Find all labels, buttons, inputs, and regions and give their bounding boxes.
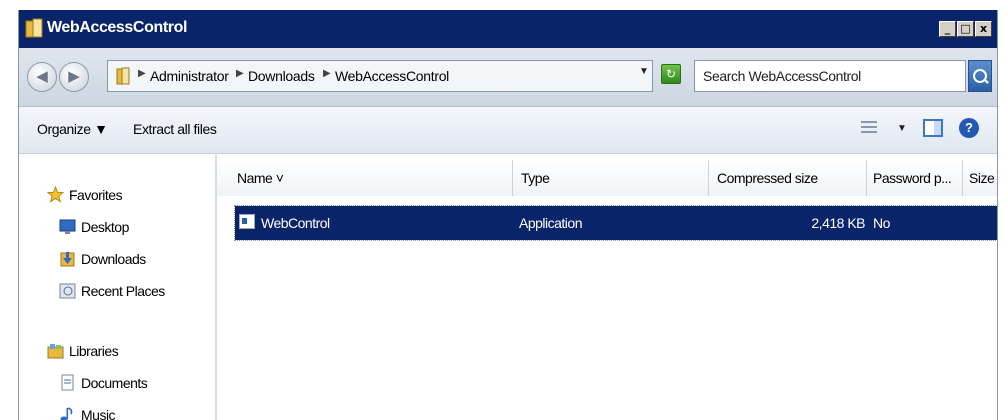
forward-icon[interactable]: ▶ (59, 62, 89, 92)
help-icon[interactable]: ? (959, 118, 979, 138)
breadcrumb-separator-icon: ▶ (138, 68, 146, 79)
preview-pane-icon[interactable] (923, 119, 943, 137)
documents-icon (61, 374, 74, 391)
column-header-size[interactable]: Size (963, 160, 997, 196)
refresh-icon[interactable]: ↻ (661, 64, 681, 84)
recent-places-icon (59, 283, 76, 299)
address-box[interactable]: ▶ Administrator ▶ Downloads ▶ WebAccessC… (107, 60, 653, 92)
folder-icon (116, 67, 130, 85)
music-icon (60, 407, 73, 420)
minimize-button[interactable]: _ (939, 21, 956, 37)
breadcrumb-webaccesscontrol[interactable]: WebAccessControl (335, 68, 449, 84)
file-list: Name ˅ Type Compressed size Password p..… (217, 154, 997, 420)
extract-all-files-button[interactable]: Extract all files (133, 121, 217, 137)
search-placeholder: Search WebAccessControl (703, 68, 861, 84)
libraries-icon (47, 344, 64, 359)
folder-icon (25, 18, 43, 38)
downloads-icon (60, 252, 75, 267)
column-header-compressed-size[interactable]: Compressed size (709, 160, 867, 196)
file-compressed-size: 2,418 KB (811, 215, 865, 231)
column-header-password-protected[interactable]: Password p... (867, 160, 963, 196)
maximize-button[interactable]: □ (957, 21, 974, 37)
close-button[interactable]: x (975, 21, 992, 37)
file-type: Application (519, 215, 583, 231)
back-icon[interactable]: ◀ (27, 62, 57, 92)
table-row[interactable]: WebControl Application 2,418 KB No (234, 205, 997, 241)
title-bar[interactable]: WebAccessControl _ □ x (19, 10, 997, 48)
file-password-protected: No (873, 215, 890, 231)
explorer-window: WebAccessControl _ □ x ◀ ▶ ▶ Administrat… (18, 10, 998, 420)
breadcrumb-downloads[interactable]: Downloads (248, 68, 315, 84)
desktop-icon (59, 219, 76, 234)
column-header-type[interactable]: Type (513, 160, 709, 196)
address-bar-row: ◀ ▶ ▶ Administrator ▶ Downloads ▶ WebAcc… (19, 48, 997, 107)
column-header-name[interactable]: Name ˅ (217, 160, 513, 196)
breadcrumb-separator-icon: ▶ (236, 68, 244, 79)
application-icon (239, 214, 255, 229)
breadcrumb-separator-icon: ▶ (323, 68, 331, 79)
search-icon[interactable] (968, 60, 992, 92)
navigation-pane: Favorites Desktop Downloads Recent Place… (19, 154, 214, 420)
command-toolbar: Organize ▼ Extract all files ▼ ? (19, 107, 997, 154)
window-title: WebAccessControl (47, 19, 188, 36)
search-input[interactable]: Search WebAccessControl (694, 60, 966, 92)
organize-button[interactable]: Organize ▼ (37, 121, 108, 137)
file-name: WebControl (261, 215, 330, 231)
star-icon (47, 186, 64, 203)
address-dropdown-icon[interactable]: ▼ (639, 66, 649, 77)
view-options-icon[interactable] (861, 119, 877, 137)
view-dropdown-icon[interactable]: ▼ (897, 123, 907, 134)
breadcrumb-administrator[interactable]: Administrator (150, 68, 229, 84)
